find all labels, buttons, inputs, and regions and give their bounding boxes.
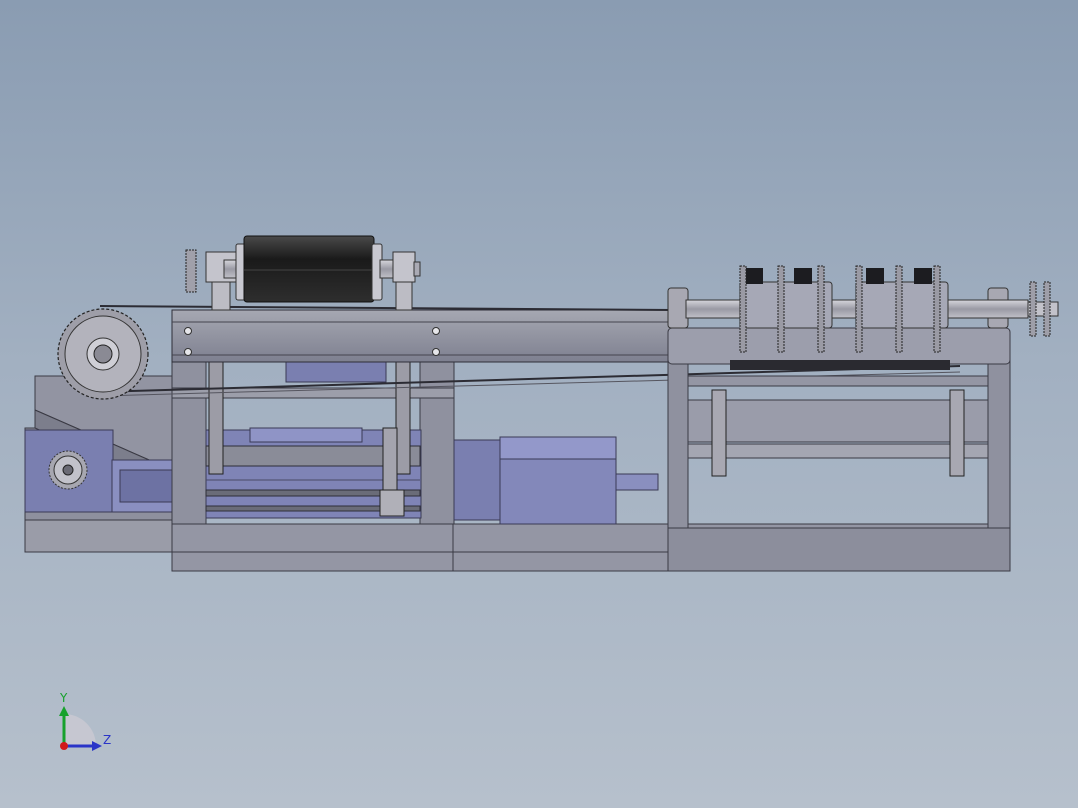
z-axis-label: Z (103, 733, 111, 747)
y-axis-label: Y (59, 691, 68, 705)
small-sprocket-left (48, 450, 88, 490)
x-axis-origin-dot (60, 742, 68, 750)
triad-plane (64, 714, 96, 746)
cad-viewport[interactable]: Y Z (0, 0, 1078, 808)
upper-rail (171, 309, 673, 363)
top-roller-assembly (185, 235, 421, 311)
y-axis-arrowhead (59, 706, 69, 716)
z-axis-arrowhead (92, 741, 102, 751)
base-frame (171, 523, 1011, 572)
machine-model-view[interactable]: Y Z (0, 0, 1078, 808)
coordinate-triad[interactable]: Y Z (59, 691, 111, 751)
large-sprocket (57, 308, 149, 400)
